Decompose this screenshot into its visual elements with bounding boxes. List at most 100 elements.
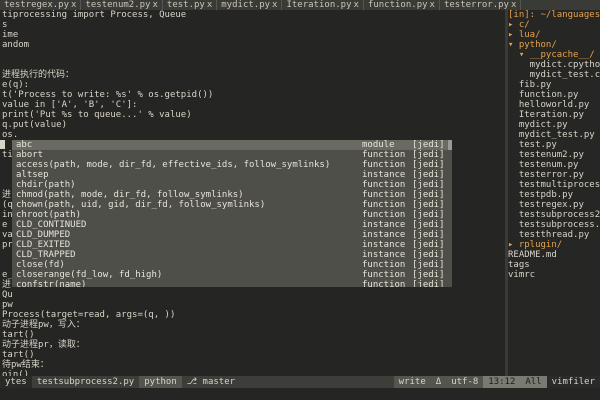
completion-source: [jedi] <box>412 220 445 230</box>
completion-source: [jedi] <box>412 180 445 190</box>
completion-source: [jedi] <box>412 150 445 160</box>
completion-item[interactable]: confstr(name) function [jedi] <box>12 280 452 287</box>
status-line: ytes testsubprocess2.py python ⎇ master … <box>0 376 600 388</box>
completion-item[interactable]: abort function [jedi] <box>12 150 452 160</box>
command-line[interactable] <box>0 388 600 400</box>
tree-file[interactable]: vimrc <box>508 270 600 280</box>
code-line: value in ['A', 'B', 'C']: <box>2 100 138 110</box>
tree-file[interactable]: testsubprocess2.p <box>508 210 600 220</box>
completion-item[interactable]: CLD_EXITED instance [jedi] <box>12 240 452 250</box>
tree-folder[interactable]: ▾ python/ <box>508 40 600 50</box>
tree-file[interactable]: testsubprocess.py <box>508 220 600 230</box>
tab-close-icon[interactable]: x <box>272 0 277 10</box>
tree-file[interactable]: README.md <box>508 250 600 260</box>
code-line: s <box>2 20 8 30</box>
completion-item[interactable]: chown(path, uid, gid, dir_fd, follow_sym… <box>12 200 452 210</box>
tree-folder[interactable]: ▸ lua/ <box>508 30 600 40</box>
completion-item[interactable]: chmod(path, mode, dir_fd, follow_symlink… <box>12 190 452 200</box>
completion-kind: function <box>362 280 406 287</box>
tab-item[interactable]: testerror.py x <box>440 0 522 10</box>
code-line: print('Put %s to queue...' % value) <box>2 110 192 120</box>
tree-folder[interactable]: ▾ __pycache__/ <box>508 50 600 60</box>
tree-file[interactable]: testregex.py <box>508 200 600 210</box>
tab-close-icon[interactable]: x <box>207 0 212 10</box>
code-line: tart() <box>2 350 35 360</box>
tree-folder[interactable]: ▸ c/ <box>508 20 600 30</box>
completion-item[interactable]: chdir(path) function [jedi] <box>12 180 452 190</box>
code-line: t('Process to write: %s' % os.getpid()) <box>2 90 214 100</box>
tree-file[interactable]: testthread.py <box>508 230 600 240</box>
tab-close-icon[interactable]: x <box>430 0 435 10</box>
tab-item[interactable]: testregex.py x <box>0 0 82 10</box>
tree-file[interactable]: mydict_test.cpyt <box>508 70 600 80</box>
tab-close-icon[interactable]: x <box>354 0 359 10</box>
tab-label: Iteration.py <box>286 0 352 10</box>
code-line: 动子进程pw，写入： <box>2 320 85 330</box>
code-line: Process(target=read, args=(q, )) <box>2 310 176 320</box>
completion-item[interactable]: CLD_TRAPPED instance [jedi] <box>12 250 452 260</box>
completion-item[interactable]: abc module [jedi] <box>12 140 452 150</box>
autocomplete-popup[interactable]: abc module [jedi] abort function [jedi] access… <box>12 140 452 287</box>
code-line: 进程执行的代码： <box>2 70 75 80</box>
completion-name: CLD_DUMPED <box>16 230 71 240</box>
code-line: ime <box>2 30 19 40</box>
status-vimfiler: vimfiler <box>546 376 600 388</box>
tab-close-icon[interactable]: x <box>152 0 157 10</box>
popup-scrollbar[interactable] <box>448 140 452 150</box>
tab-close-icon[interactable]: x <box>71 0 76 10</box>
completion-kind: instance <box>362 170 406 180</box>
tree-root-path: [in]: ~/languages/ <box>508 10 600 20</box>
completion-name: abort <box>16 150 44 160</box>
tree-file[interactable]: Iteration.py <box>508 110 600 120</box>
tree-file[interactable]: mydict.cpython-3 <box>508 60 600 70</box>
completion-source: [jedi] <box>412 260 445 270</box>
git-branch-icon: ⎇ <box>186 377 198 387</box>
completion-source: [jedi] <box>412 270 445 280</box>
completion-item[interactable]: chroot(path) function [jedi] <box>12 210 452 220</box>
completion-source: [jedi] <box>412 210 445 220</box>
completion-name: CLD_CONTINUED <box>16 220 87 230</box>
file-tree[interactable]: [in]: ~/languages/ ▸ c/▸ lua/▾ python/ ▾… <box>508 10 600 376</box>
completion-source: [jedi] <box>412 140 445 150</box>
completion-item[interactable]: close(fd) function [jedi] <box>12 260 452 270</box>
tree-file[interactable]: fib.py <box>508 80 600 90</box>
tree-file[interactable]: testenum2.py <box>508 150 600 160</box>
status-filename: testsubprocess2.py <box>36 377 135 387</box>
tab-item[interactable]: function.py x <box>364 0 440 10</box>
code-line: Qu <box>2 290 13 300</box>
tab-item[interactable]: mydict.py x <box>217 0 283 10</box>
tab-item[interactable]: test.py x <box>163 0 218 10</box>
code-line: 待pw结束： <box>2 360 49 370</box>
tree-file[interactable]: testmultiprocess <box>508 180 600 190</box>
tree-folder[interactable]: ▸ rplugin/ <box>508 240 600 250</box>
tree-file[interactable]: testenum.py <box>508 160 600 170</box>
tree-file[interactable]: helloworld.py <box>508 100 600 110</box>
tab-close-icon[interactable]: x <box>511 0 516 10</box>
code-line: e(q): <box>2 80 30 90</box>
tree-file[interactable]: mydict_test.py <box>508 130 600 140</box>
completion-kind: function <box>362 270 406 280</box>
completion-kind: instance <box>362 220 406 230</box>
completion-name: altsep <box>16 170 49 180</box>
completion-item[interactable]: CLD_CONTINUED instance [jedi] <box>12 220 452 230</box>
completion-kind: module <box>362 140 395 150</box>
completion-kind: function <box>362 260 406 270</box>
tab-item[interactable]: testenum2.py x <box>81 0 163 10</box>
tree-file[interactable]: testpdb.py <box>508 190 600 200</box>
completion-item[interactable]: closerange(fd_low, fd_high) function [jedi… <box>12 270 452 280</box>
tree-file[interactable]: function.py <box>508 90 600 100</box>
completion-item[interactable]: access(path, mode, dir_fd, effective_ids… <box>12 160 452 170</box>
completion-source: [jedi] <box>412 230 445 240</box>
tab-item[interactable]: Iteration.py x <box>282 0 364 10</box>
completion-item[interactable]: CLD_DUMPED instance [jedi] <box>12 230 452 240</box>
tree-file[interactable]: mydict.py <box>508 120 600 130</box>
completion-kind: function <box>362 180 406 190</box>
completion-kind: function <box>362 190 406 200</box>
completion-item[interactable]: altsep instance [jedi] <box>12 170 452 180</box>
status-filetype: python <box>139 376 182 388</box>
tree-file[interactable]: tags <box>508 260 600 270</box>
completion-name: chown(path, uid, gid, dir_fd, follow_sym… <box>16 200 266 210</box>
tree-file[interactable]: testerror.py <box>508 170 600 180</box>
status-scope: All <box>520 376 547 388</box>
tree-file[interactable]: test.py <box>508 140 600 150</box>
